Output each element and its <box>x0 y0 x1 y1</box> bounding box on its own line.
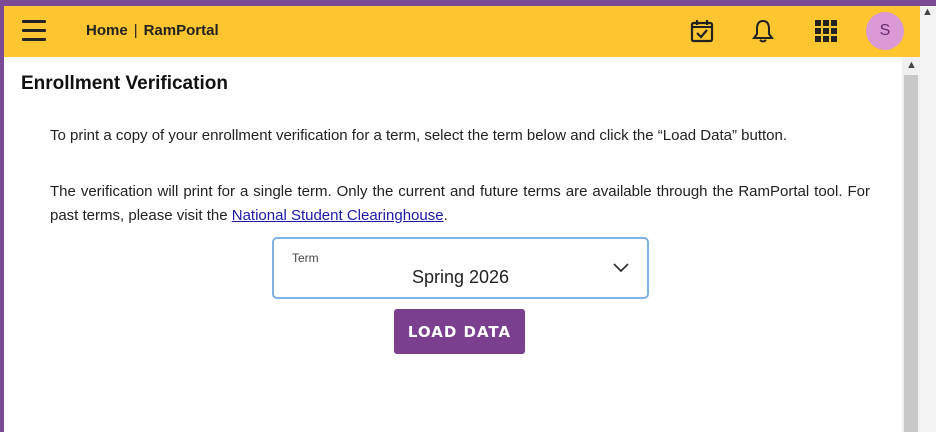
breadcrumb: Home | RamPortal <box>86 22 219 39</box>
app-window: Home | RamPortal S ▲ ▲ Enrollment Verifi… <box>4 6 936 432</box>
calendar-check-icon[interactable] <box>688 17 716 45</box>
page-title: Enrollment Verification <box>21 73 228 94</box>
bell-icon[interactable] <box>749 17 777 45</box>
content-scrollbar[interactable]: ▲ <box>902 57 920 432</box>
breadcrumb-separator: | <box>133 22 138 39</box>
scroll-up-icon[interactable]: ▲ <box>906 59 917 71</box>
term-select-label: Term <box>292 251 319 265</box>
instructions-paragraph: To print a copy of your enrollment verif… <box>50 127 788 144</box>
menu-icon[interactable] <box>22 20 46 41</box>
term-select[interactable]: Term Spring 2026 <box>272 237 649 299</box>
chevron-down-icon[interactable] <box>613 263 629 273</box>
clearinghouse-link[interactable]: National Student Clearinghouse <box>232 207 444 224</box>
breadcrumb-home[interactable]: Home <box>86 22 128 39</box>
outer-scrollbar[interactable]: ▲ <box>920 6 936 432</box>
verification-note-paragraph: The verification will print for a single… <box>50 180 870 228</box>
term-select-value: Spring 2026 <box>411 267 510 287</box>
top-bar: Home | RamPortal S <box>4 6 920 57</box>
breadcrumb-ramportal[interactable]: RamPortal <box>144 22 219 39</box>
avatar[interactable]: S <box>866 12 904 50</box>
load-data-button[interactable]: LOAD DATA <box>394 309 525 354</box>
verification-note-end: . <box>443 207 448 224</box>
scrollbar-thumb[interactable] <box>904 75 918 432</box>
verification-note-text: The verification will print for a single… <box>50 183 870 224</box>
scroll-up-icon[interactable]: ▲ <box>922 6 933 18</box>
apps-grid-icon[interactable] <box>812 17 840 45</box>
